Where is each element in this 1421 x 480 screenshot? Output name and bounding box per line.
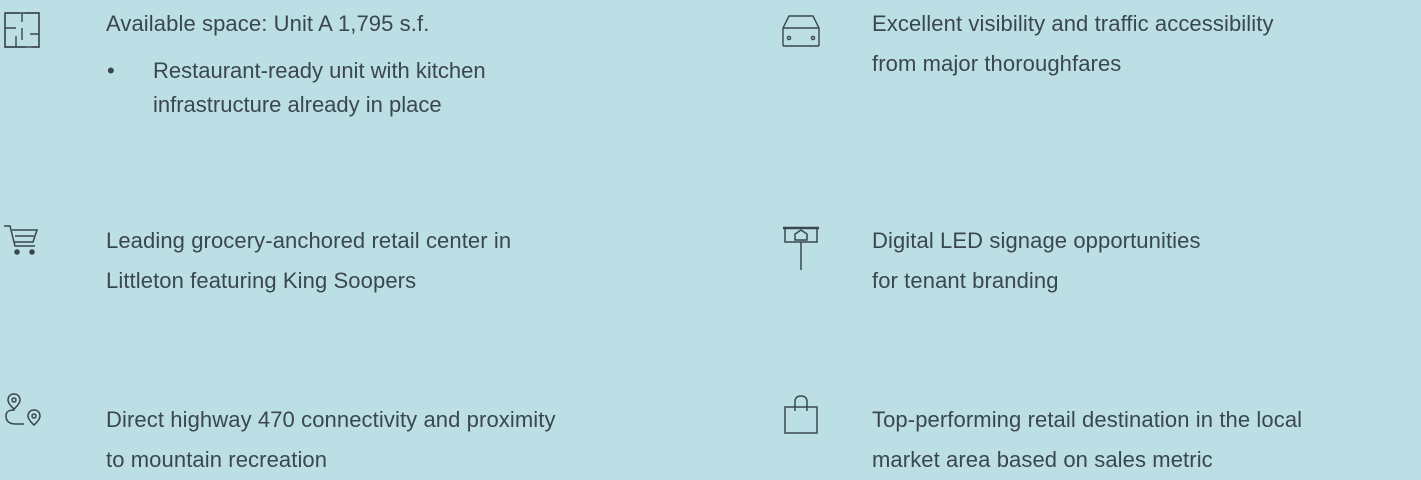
feature-line: Top-performing retail destination in the… (872, 407, 1303, 432)
route-icon (4, 392, 41, 428)
car-icon (781, 14, 820, 50)
feature-text: Excellent visibility and traffic accessi… (872, 4, 1274, 84)
feature-line: to mountain recreation (106, 447, 328, 472)
feature-text: Direct highway 470 connectivity and prox… (106, 400, 556, 480)
feature-line: Direct highway 470 connectivity and prox… (106, 407, 556, 432)
feature-text: Leading grocery-anchored retail center i… (106, 221, 511, 301)
feature-line: Digital LED signage opportunities (872, 228, 1201, 253)
feature-line: Leading grocery-anchored retail center i… (106, 228, 512, 253)
shopping-bag-icon (783, 395, 819, 434)
bullet-item: Restaurant-ready unit with kitchen infra… (153, 54, 486, 122)
feature-line: market area based on sales metric (872, 447, 1213, 472)
signage-icon (781, 224, 819, 270)
feature-line: Excellent visibility and traffic accessi… (872, 11, 1274, 36)
feature-line: for tenant branding (872, 268, 1059, 293)
bullet-line: infrastructure already in place (153, 92, 442, 117)
feature-text: Available space: Unit A 1,795 s.f. (106, 4, 429, 44)
bullet-line: Restaurant-ready unit with kitchen (153, 58, 486, 83)
shopping-cart-icon (3, 220, 39, 256)
feature-line: Available space: Unit A 1,795 s.f. (106, 11, 430, 36)
floor-plan-icon (4, 12, 40, 48)
feature-line: from major thoroughfares (872, 51, 1122, 76)
feature-text: Digital LED signage opportunities for te… (872, 221, 1201, 301)
bullet-marker: • (107, 58, 115, 83)
feature-line: Littleton featuring King Soopers (106, 268, 417, 293)
feature-text: Top-performing retail destination in the… (872, 400, 1302, 480)
